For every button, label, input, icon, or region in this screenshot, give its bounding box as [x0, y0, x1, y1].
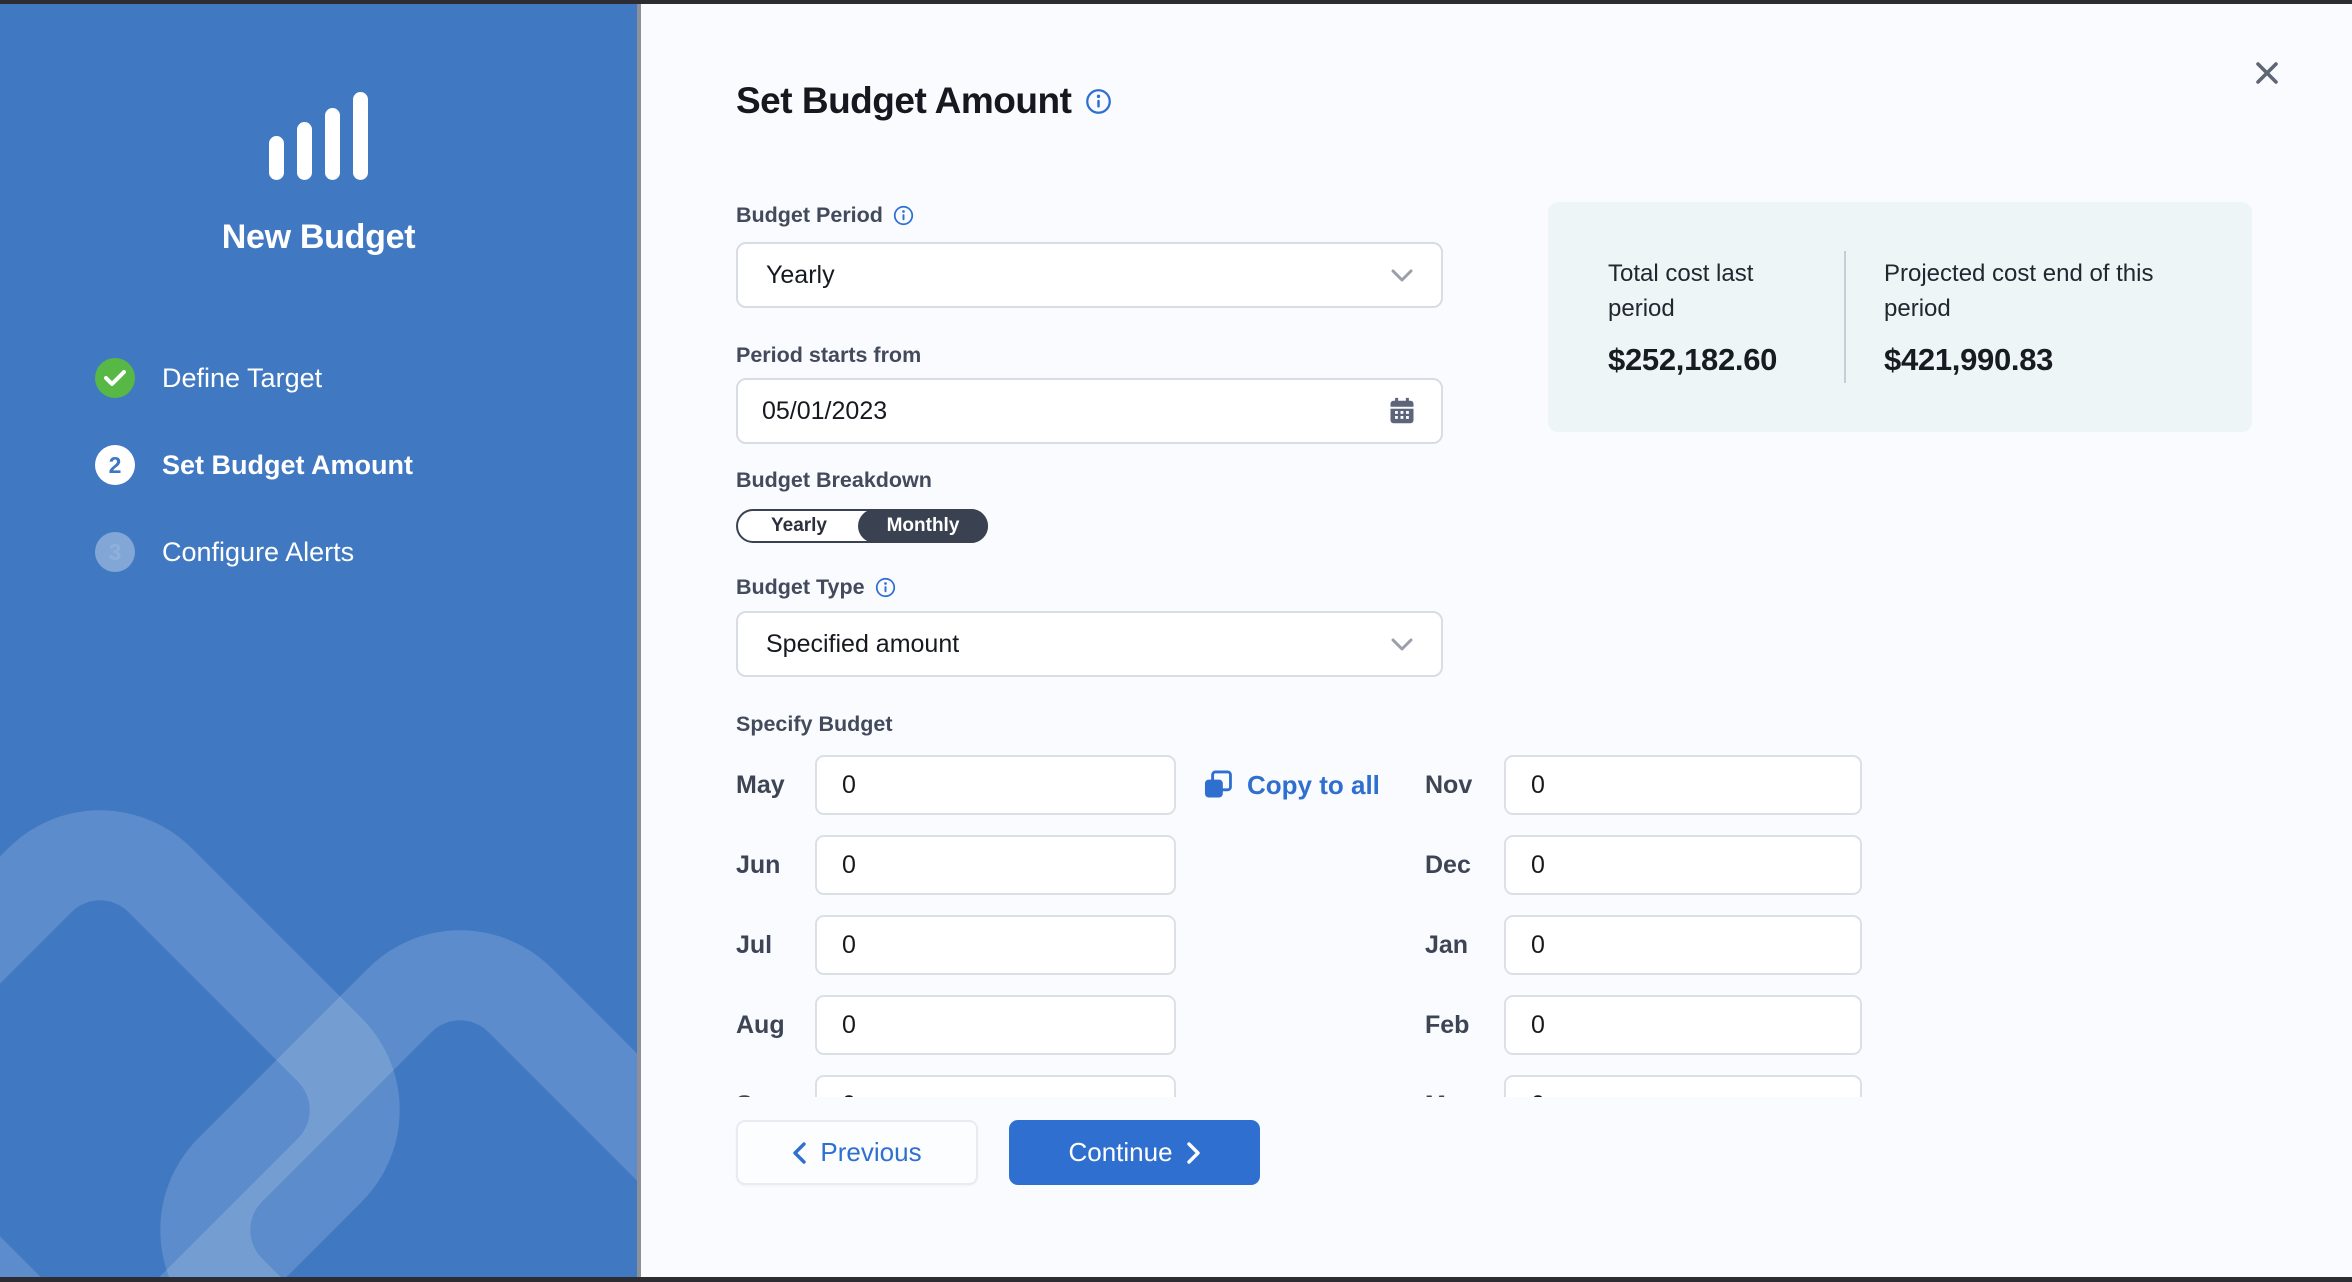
- step-label: Set Budget Amount: [162, 450, 413, 481]
- chevron-down-icon: [1391, 638, 1413, 651]
- previous-button-label: Previous: [820, 1137, 921, 1168]
- chevron-left-icon: [792, 1142, 806, 1164]
- budget-amount-input-mar[interactable]: [1504, 1075, 1862, 1097]
- browser-edge-top: [0, 0, 2352, 4]
- chevron-down-icon: [1391, 269, 1413, 282]
- budget-amount-input-nov[interactable]: [1504, 755, 1862, 815]
- total-cost-last-period-value: $252,182.60: [1608, 342, 1826, 378]
- page-title: Set Budget Amount: [736, 80, 1071, 122]
- budget-amount-input-dec[interactable]: [1504, 835, 1862, 895]
- month-label: Mar: [1425, 1091, 1469, 1098]
- step-number-badge: 2: [95, 445, 135, 485]
- period-start-date-field[interactable]: [736, 378, 1443, 444]
- wizard-sidebar: New Budget Define Target 2 Set Budget Am…: [0, 0, 637, 1282]
- breakdown-option-yearly[interactable]: Yearly: [738, 511, 860, 541]
- budget-amount-input-feb[interactable]: [1504, 995, 1862, 1055]
- close-icon[interactable]: [2249, 55, 2285, 91]
- budget-breakdown-label: Budget Breakdown: [736, 468, 932, 493]
- step-configure-alerts[interactable]: 3 Configure Alerts: [95, 532, 595, 572]
- calendar-icon[interactable]: [1387, 396, 1417, 426]
- budget-type-select[interactable]: Specified amount: [736, 611, 1443, 677]
- month-label: Jan: [1425, 931, 1468, 960]
- month-label: Aug: [736, 1011, 785, 1040]
- budget-amount-input-may[interactable]: [815, 755, 1176, 815]
- continue-button[interactable]: Continue: [1009, 1120, 1260, 1185]
- period-start-date-input[interactable]: [762, 397, 1387, 426]
- step-label: Define Target: [162, 363, 322, 394]
- cost-summary-panel: Total cost last period $252,182.60 Proje…: [1548, 202, 2252, 432]
- projected-cost-label: Projected cost end of this period: [1884, 256, 2204, 326]
- step-label: Configure Alerts: [162, 537, 354, 568]
- budget-amount-input-jan[interactable]: [1504, 915, 1862, 975]
- budget-type-value: Specified amount: [766, 630, 1391, 659]
- bar-chart-logo-icon: [0, 90, 637, 180]
- step-number-badge: 3: [95, 532, 135, 572]
- new-budget-wizard: New Budget Define Target 2 Set Budget Am…: [0, 0, 2352, 1282]
- set-budget-amount-panel: Set Budget Amount Budget Period Yearly P…: [641, 0, 2352, 1282]
- budget-period-select[interactable]: Yearly: [736, 242, 1443, 308]
- budget-amount-input-jun[interactable]: [815, 835, 1176, 895]
- month-label: Sep: [736, 1091, 782, 1098]
- budget-amount-input-aug[interactable]: [815, 995, 1176, 1055]
- budget-breakdown-toggle: Yearly Monthly: [736, 509, 988, 543]
- month-label: May: [736, 771, 785, 800]
- month-label: Jun: [736, 851, 780, 880]
- chevron-right-icon: [1187, 1142, 1201, 1164]
- budget-amount-input-sep[interactable]: [815, 1075, 1176, 1097]
- sidebar-content-divider: [637, 0, 641, 1282]
- continue-button-label: Continue: [1068, 1137, 1172, 1168]
- month-label: Feb: [1425, 1011, 1469, 1040]
- wizard-title: New Budget: [0, 218, 637, 257]
- specify-budget-label: Specify Budget: [736, 712, 893, 737]
- breakdown-option-monthly[interactable]: Monthly: [858, 509, 988, 543]
- total-cost-last-period-label: Total cost last period: [1608, 256, 1826, 326]
- month-label: Dec: [1425, 851, 1471, 880]
- info-icon[interactable]: [1085, 88, 1112, 115]
- monthly-budget-grid: May Nov Jun Dec Jul Jan Aug Feb: [641, 755, 2352, 1097]
- previous-button[interactable]: Previous: [736, 1120, 978, 1185]
- projected-cost-value: $421,990.83: [1884, 342, 2204, 378]
- checkmark-icon: [104, 369, 126, 387]
- step-complete-circle: [95, 358, 135, 398]
- info-icon[interactable]: [893, 205, 914, 226]
- month-label: Nov: [1425, 771, 1472, 800]
- budget-type-label: Budget Type: [736, 575, 865, 600]
- info-icon[interactable]: [875, 577, 896, 598]
- summary-divider: [1844, 251, 1846, 383]
- budget-period-label: Budget Period: [736, 203, 883, 228]
- budget-period-value: Yearly: [766, 261, 1391, 290]
- step-define-target[interactable]: Define Target: [95, 358, 595, 398]
- wizard-steps: Define Target 2 Set Budget Amount 3 Conf…: [95, 358, 595, 619]
- month-label: Jul: [736, 931, 772, 960]
- browser-edge-bottom: [0, 1277, 2352, 1282]
- period-starts-label: Period starts from: [736, 343, 921, 368]
- budget-amount-input-jul[interactable]: [815, 915, 1176, 975]
- step-set-budget-amount[interactable]: 2 Set Budget Amount: [95, 445, 595, 485]
